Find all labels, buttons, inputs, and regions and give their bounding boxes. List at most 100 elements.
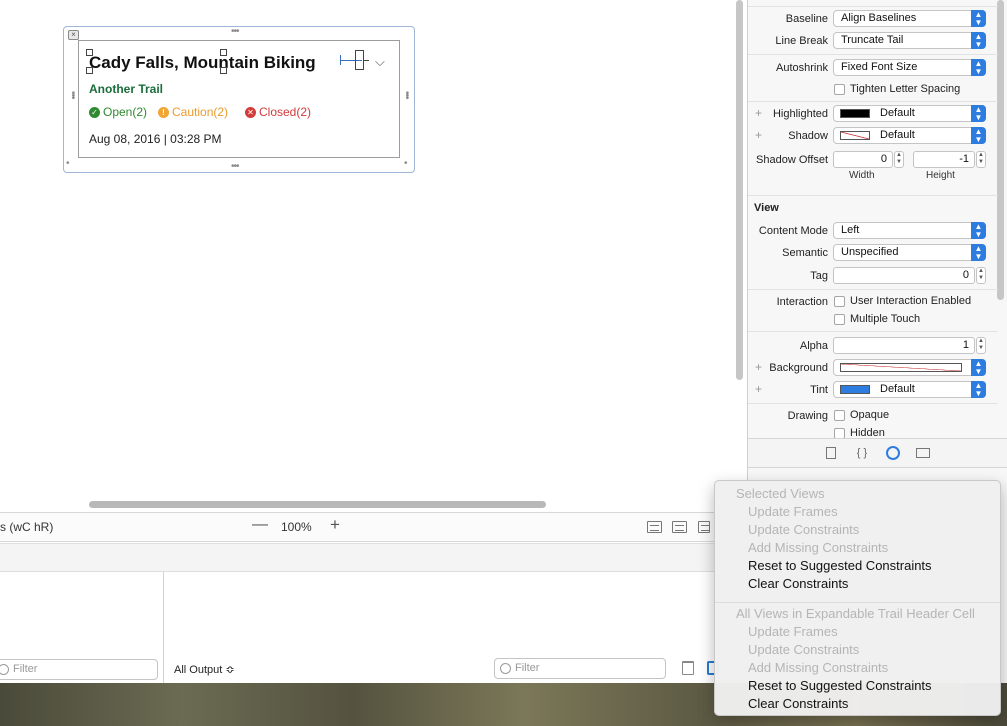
shadow-offset-height[interactable]: -1	[913, 151, 975, 168]
status-closed-label: Closed(2)	[259, 105, 312, 119]
opaque-checkbox[interactable]	[834, 410, 845, 421]
canvas-vertical-scrollbar[interactable]	[736, 0, 743, 380]
tag-stepper[interactable]: ▲ ▼	[976, 267, 986, 284]
highlighted-label: Highlighted	[772, 108, 828, 120]
close-icon[interactable]: ×	[68, 30, 79, 40]
braces-icon[interactable]: { }	[855, 446, 869, 460]
menu-item-reset-to-suggested[interactable]: Reset to Suggested Constraints	[748, 558, 932, 573]
view-as-size-class[interactable]: s (wC hR)	[0, 520, 53, 534]
height-stepper[interactable]: ▲ ▼	[976, 151, 986, 168]
cell-content-view[interactable]: Cady Falls, Mountain Biking ⌵ Another Tr…	[78, 40, 400, 158]
status-open: ✓ Open(2)	[89, 105, 147, 119]
tint-popup[interactable]: Default ▲ ▼	[833, 381, 986, 398]
chevron-down-icon[interactable]: ⌵	[375, 54, 385, 70]
highlighted-value: Default	[880, 107, 915, 119]
shadow-label: Shadow	[788, 130, 828, 142]
debug-bar	[0, 544, 733, 572]
semantic-popup[interactable]: Unspecified ▲ ▼	[833, 244, 986, 261]
status-caution: ! Caution(2)	[158, 105, 228, 119]
line-break-popup[interactable]: Truncate Tail ▲ ▼	[833, 32, 986, 49]
menu-item-clear-constraints-all[interactable]: Clear Constraints	[748, 696, 848, 711]
height-sublabel: Height	[926, 170, 955, 181]
inspector-scrollbar[interactable]	[997, 0, 1004, 300]
highlighted-popup[interactable]: Default ▲ ▼	[833, 105, 986, 122]
selection-handle[interactable]	[220, 67, 227, 74]
filter-icon	[0, 664, 9, 675]
baseline-label: Baseline	[785, 13, 828, 25]
add-variation-icon[interactable]: +	[755, 106, 762, 120]
tighten-checkbox[interactable]	[834, 84, 845, 95]
debug-divider[interactable]	[163, 572, 164, 684]
shadow-value: Default	[880, 129, 915, 141]
file-icon[interactable]	[826, 447, 836, 459]
status-caution-label: Caution(2)	[172, 105, 229, 119]
trash-icon[interactable]	[682, 661, 694, 675]
menu-item-update-frames-all: Update Frames	[748, 624, 838, 639]
color-swatch-black	[840, 109, 870, 118]
shadow-popup[interactable]: Default ▲ ▼	[833, 127, 986, 144]
align-icon[interactable]	[672, 521, 687, 533]
add-variation-icon[interactable]: +	[755, 382, 762, 396]
zoom-level[interactable]: 100%	[281, 520, 312, 534]
popup-arrows-icon: ▲ ▼	[971, 244, 986, 261]
resize-grip-right[interactable]: •••	[401, 91, 412, 99]
filter-placeholder: Filter	[515, 662, 540, 674]
zoom-out-icon[interactable]: —	[252, 516, 268, 534]
resize-grip-bottom[interactable]: •••	[231, 162, 239, 172]
inspector-library-tabs: { }	[748, 438, 1007, 468]
shadow-offset-width[interactable]: 0	[833, 151, 893, 168]
color-swatch-clear	[840, 363, 962, 372]
debug-area: Filter All Output ≎ Filter	[0, 543, 733, 684]
selection-handle[interactable]	[86, 49, 93, 56]
menu-header-selected-views: Selected Views	[736, 486, 825, 501]
pin-icon[interactable]	[698, 521, 710, 533]
zoom-in-icon[interactable]: +	[330, 515, 340, 535]
resize-grip-top[interactable]: •••	[231, 27, 239, 37]
resize-grip-bottom-left[interactable]: •	[66, 159, 69, 169]
color-swatch-clear	[840, 131, 870, 140]
status-closed: ✕ Closed(2)	[245, 105, 311, 119]
resize-grip-left[interactable]: •••	[67, 91, 78, 99]
baseline-popup[interactable]: Align Baselines ▲ ▼	[833, 10, 986, 27]
filter-icon	[500, 663, 511, 674]
menu-item-reset-to-suggested-all[interactable]: Reset to Suggested Constraints	[748, 678, 932, 693]
variables-filter-input[interactable]: Filter	[0, 659, 158, 680]
popup-arrows-icon: ▲ ▼	[971, 32, 986, 49]
menu-item-add-missing-constraints: Add Missing Constraints	[748, 540, 889, 555]
view-section-header: View	[754, 202, 779, 214]
background-popup[interactable]: ▲ ▼	[833, 359, 986, 376]
add-variation-icon[interactable]: +	[755, 128, 762, 142]
resize-grip-bottom-right[interactable]: •	[404, 159, 407, 169]
alpha-stepper[interactable]: ▲ ▼	[976, 337, 986, 354]
filter-placeholder: Filter	[13, 663, 38, 675]
date-label: Aug 08, 2016 | 03:28 PM	[89, 132, 222, 146]
selection-handle[interactable]	[220, 49, 227, 56]
alpha-field[interactable]: 1	[833, 337, 975, 354]
content-mode-popup[interactable]: Left ▲ ▼	[833, 222, 986, 239]
resolve-auto-layout-menu: Selected Views Update Frames Update Cons…	[714, 480, 1001, 716]
multiple-touch-checkbox[interactable]	[834, 314, 845, 325]
trail-header-cell[interactable]: × ••• ••• ••• ••• • • Cady Falls, Mounta…	[63, 26, 415, 173]
user-interaction-checkbox[interactable]	[834, 296, 845, 307]
content-mode-value: Left	[841, 224, 860, 236]
trail-title-label[interactable]: Cady Falls, Mountain Biking	[89, 53, 316, 73]
interface-builder-canvas[interactable]: × ••• ••• ••• ••• • • Cady Falls, Mounta…	[0, 0, 733, 512]
opaque-label: Opaque	[850, 409, 890, 421]
menu-item-clear-constraints[interactable]: Clear Constraints	[748, 576, 848, 591]
selection-handle[interactable]	[86, 67, 93, 74]
semantic-value: Unspecified	[841, 246, 899, 258]
console-filter-input[interactable]: Filter	[494, 658, 666, 679]
stack-icon[interactable]	[647, 521, 662, 533]
autoshrink-popup[interactable]: Fixed Font Size ▲ ▼	[833, 59, 986, 76]
size-icon[interactable]	[916, 448, 930, 458]
popup-arrows-icon: ▲ ▼	[971, 59, 986, 76]
identity-icon[interactable]	[886, 446, 900, 460]
output-selector[interactable]: All Output ≎	[174, 663, 235, 676]
width-stepper[interactable]: ▲ ▼	[894, 151, 904, 168]
divider	[748, 289, 998, 290]
tag-field[interactable]: 0	[833, 267, 975, 284]
horizontal-scrollbar[interactable]	[89, 501, 546, 508]
baseline-value: Align Baselines	[841, 12, 917, 24]
divider	[748, 54, 998, 55]
add-variation-icon[interactable]: +	[755, 360, 762, 374]
